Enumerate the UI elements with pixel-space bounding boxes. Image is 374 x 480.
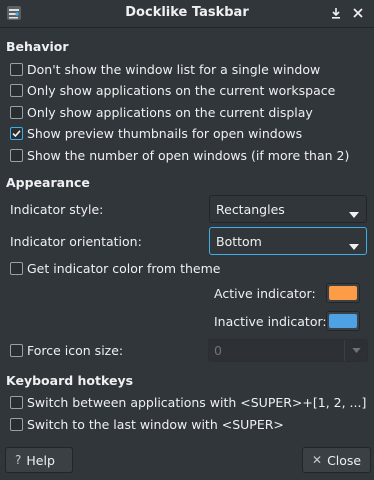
checkbox[interactable] bbox=[10, 417, 23, 431]
checkbox[interactable] bbox=[10, 105, 23, 119]
close-button-label: Close bbox=[327, 452, 362, 468]
checkbox[interactable] bbox=[10, 62, 23, 76]
settings-dialog: Docklike Taskbar Behavior Don't show the… bbox=[0, 0, 374, 480]
chevron-down-icon bbox=[349, 238, 359, 253]
indicator-orientation-value: Bottom bbox=[216, 233, 262, 249]
help-button[interactable]: ? Help bbox=[5, 447, 73, 473]
window-title: Docklike Taskbar bbox=[125, 5, 249, 20]
checkbox-label: Switch to the last window with <SUPER> bbox=[27, 416, 284, 432]
option-window-count[interactable]: Show the number of open windows (if more… bbox=[10, 147, 349, 163]
indicator-style-label: Indicator style: bbox=[10, 202, 104, 217]
icon-size-value: 0 bbox=[214, 343, 222, 358]
close-button[interactable]: ✕ Close bbox=[302, 447, 371, 473]
checkbox[interactable] bbox=[10, 148, 23, 162]
checkbox-label: Get indicator color from theme bbox=[27, 260, 221, 276]
checkbox-label: Only show applications on the current di… bbox=[27, 104, 313, 120]
color-swatch bbox=[329, 314, 357, 328]
help-icon: ? bbox=[15, 453, 22, 467]
hotkeys-section-title: Keyboard hotkeys bbox=[6, 373, 134, 388]
option-theme-color[interactable]: Get indicator color from theme bbox=[10, 260, 220, 276]
checkbox[interactable] bbox=[10, 261, 23, 275]
option-current-display[interactable]: Only show applications on the current di… bbox=[10, 104, 313, 120]
checkbox[interactable] bbox=[10, 395, 23, 409]
option-preview-thumbnails[interactable]: Show preview thumbnails for open windows bbox=[10, 125, 302, 141]
checkbox[interactable] bbox=[10, 343, 23, 357]
checkbox-label: Don't show the window list for a single … bbox=[27, 61, 321, 77]
chevron-down-icon bbox=[344, 340, 367, 361]
title-bar: Docklike Taskbar bbox=[0, 0, 374, 28]
help-button-label: Help bbox=[26, 452, 55, 468]
indicator-style-value: Rectangles bbox=[216, 201, 285, 217]
indicator-orientation-label: Indicator orientation: bbox=[10, 234, 142, 249]
option-last-window-hotkey[interactable]: Switch to the last window with <SUPER> bbox=[10, 416, 284, 432]
option-switch-applications-hotkey[interactable]: Switch between applications with <SUPER>… bbox=[10, 394, 366, 410]
checkbox-label: Only show applications on the current wo… bbox=[27, 82, 336, 98]
pin-icon[interactable] bbox=[327, 4, 345, 22]
close-icon[interactable] bbox=[349, 4, 367, 22]
option-single-window-list[interactable]: Don't show the window list for a single … bbox=[10, 61, 320, 77]
checkmark-icon bbox=[12, 129, 21, 137]
chevron-down-icon bbox=[349, 206, 359, 221]
option-current-workspace[interactable]: Only show applications on the current wo… bbox=[10, 82, 335, 98]
checkbox-label: Show preview thumbnails for open windows bbox=[27, 125, 303, 141]
icon-size-combo[interactable]: 0 bbox=[208, 339, 368, 362]
checkbox-label: Force icon size: bbox=[27, 342, 124, 358]
indicator-style-dropdown[interactable]: Rectangles bbox=[209, 195, 367, 223]
active-indicator-label: Active indicator: bbox=[214, 286, 316, 301]
active-indicator-color-button[interactable] bbox=[326, 283, 360, 303]
appearance-section-title: Appearance bbox=[6, 175, 90, 190]
behavior-section-title: Behavior bbox=[6, 39, 69, 54]
inactive-indicator-label: Inactive indicator: bbox=[214, 314, 327, 329]
indicator-orientation-dropdown[interactable]: Bottom bbox=[209, 227, 367, 255]
color-swatch bbox=[329, 286, 357, 300]
checkbox[interactable] bbox=[10, 83, 23, 97]
close-icon: ✕ bbox=[312, 453, 323, 467]
inactive-indicator-color-button[interactable] bbox=[326, 311, 360, 331]
checkbox-label: Show the number of open windows (if more… bbox=[27, 147, 350, 163]
checkbox-checked[interactable] bbox=[10, 126, 23, 140]
checkbox-label: Switch between applications with <SUPER>… bbox=[27, 394, 367, 410]
option-force-icon-size[interactable]: Force icon size: bbox=[10, 342, 123, 358]
